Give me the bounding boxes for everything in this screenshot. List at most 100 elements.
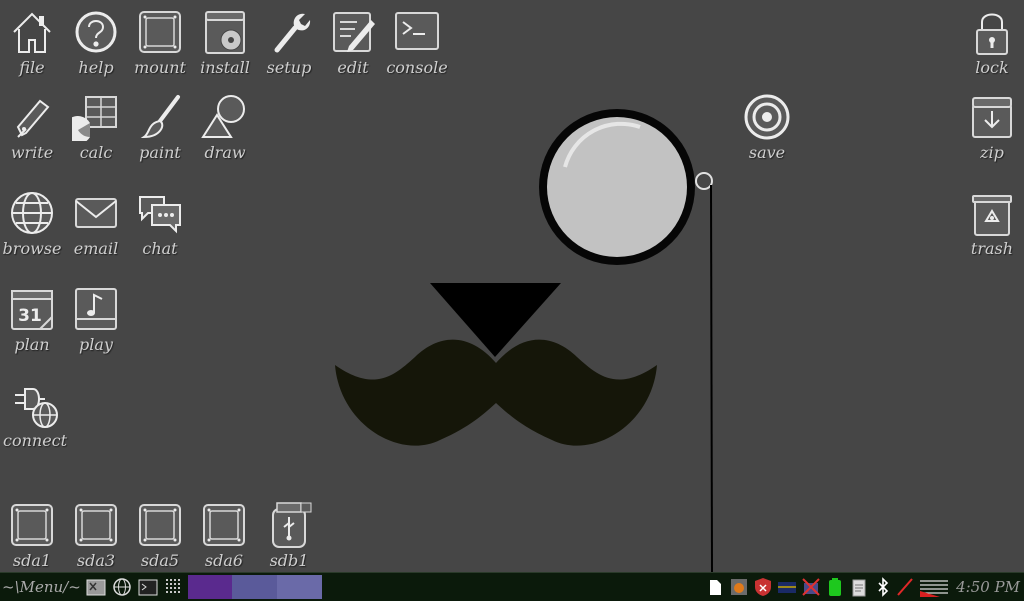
draw-label: draw — [204, 143, 246, 162]
pencil-icon[interactable] — [896, 577, 914, 597]
sdb1-drive-icon[interactable]: sdb1 — [257, 495, 321, 579]
sda3-label: sda3 — [76, 551, 116, 570]
edit-desktop-icon[interactable]: edit — [321, 2, 385, 86]
sda5-drive-icon[interactable]: sda5 — [128, 495, 192, 579]
draw-desktop-icon[interactable]: draw — [193, 87, 257, 171]
paint-label: paint — [139, 143, 181, 162]
setup-label: setup — [266, 58, 312, 77]
target-icon — [744, 94, 790, 140]
save-desktop-icon[interactable]: save — [735, 87, 799, 171]
drive-icon — [203, 504, 245, 546]
write-label: write — [10, 143, 54, 162]
workspace-1[interactable] — [188, 575, 232, 599]
volume-icon[interactable] — [918, 577, 950, 597]
sda1-drive-icon[interactable]: sda1 — [0, 495, 64, 579]
trash-desktop-icon[interactable]: trash — [960, 183, 1024, 267]
browser-launcher-icon[interactable] — [112, 577, 132, 597]
chat-label: chat — [142, 239, 178, 258]
trash-label: trash — [970, 239, 1014, 258]
edit-document-icon — [333, 12, 375, 52]
terminal-icon — [395, 12, 439, 50]
show-desktop-grid-icon[interactable] — [164, 577, 184, 597]
sda1-label: sda1 — [12, 551, 52, 570]
browse-label: browse — [2, 239, 62, 258]
mount-label: mount — [134, 58, 186, 77]
email-desktop-icon[interactable]: email — [64, 183, 128, 267]
padlock-icon — [976, 13, 1008, 55]
sda5-label: sda5 — [140, 551, 180, 570]
help-label: help — [78, 58, 114, 77]
play-label: play — [79, 335, 113, 354]
paintbrush-icon — [140, 95, 180, 139]
chat-desktop-icon[interactable]: chat — [128, 183, 192, 267]
home-icon — [13, 12, 51, 53]
spreadsheet-icon — [72, 96, 117, 141]
zip-desktop-icon[interactable]: zip — [960, 87, 1024, 171]
drive-icon — [139, 11, 181, 53]
play-desktop-icon[interactable]: play — [64, 279, 128, 363]
clipboard-icon[interactable] — [850, 577, 868, 597]
clock[interactable]: 4:50 PM — [956, 576, 1020, 598]
sda6-drive-icon[interactable]: sda6 — [192, 495, 256, 579]
workspace-3[interactable] — [277, 575, 322, 599]
connect-label: connect — [3, 431, 68, 450]
drive-icon — [139, 504, 181, 546]
file-desktop-icon[interactable]: file — [0, 2, 64, 86]
edit-label: edit — [337, 58, 369, 77]
calendar-icon: 31 — [11, 290, 53, 330]
globe-icon — [11, 192, 53, 234]
file-manager-launcher-icon[interactable] — [86, 577, 106, 597]
archive-icon — [972, 97, 1012, 138]
recycle-bin-icon — [972, 195, 1012, 236]
connect-desktop-icon[interactable]: connect — [3, 375, 67, 459]
workspace-2[interactable] — [232, 575, 277, 599]
paint-desktop-icon[interactable]: paint — [128, 87, 192, 171]
battery-icon[interactable] — [826, 577, 844, 597]
email-label: email — [73, 239, 119, 258]
install-desktop-icon[interactable]: install — [193, 2, 257, 86]
music-player-icon — [75, 288, 117, 330]
mount-desktop-icon[interactable]: mount — [128, 2, 192, 86]
fountain-pen-icon — [16, 99, 50, 138]
install-label: install — [200, 58, 250, 77]
document-icon[interactable] — [706, 577, 724, 597]
lock-desktop-icon[interactable]: lock — [960, 2, 1024, 86]
calendar-day: 31 — [18, 306, 42, 326]
help-icon — [75, 11, 117, 53]
file-label: file — [19, 58, 45, 77]
usb-drive-icon — [272, 502, 312, 548]
write-desktop-icon[interactable]: write — [0, 87, 64, 171]
console-desktop-icon[interactable]: console — [385, 2, 449, 86]
sda6-label: sda6 — [204, 551, 244, 570]
firewall-icon[interactable] — [730, 577, 748, 597]
keyboard-flag-icon[interactable] — [778, 577, 796, 597]
package-install-icon — [205, 11, 245, 54]
help-desktop-icon[interactable]: help — [64, 2, 128, 86]
network-plug-icon — [15, 388, 58, 428]
moustache-monocle-wallpaper — [335, 109, 713, 572]
setup-desktop-icon[interactable]: setup — [257, 2, 321, 86]
calc-desktop-icon[interactable]: calc — [64, 87, 128, 171]
taskbar: ~\Menu/~ 4:50 PM — [0, 572, 1024, 601]
workspace-pager — [188, 575, 322, 599]
sdb1-label: sdb1 — [269, 551, 309, 570]
wrench-icon — [274, 13, 311, 53]
plan-desktop-icon[interactable]: 31 plan — [0, 279, 64, 363]
browse-desktop-icon[interactable]: browse — [0, 183, 64, 267]
save-label: save — [748, 143, 786, 162]
network-disconnected-icon[interactable] — [802, 577, 820, 597]
speech-bubbles-icon — [139, 196, 181, 234]
drive-icon — [75, 504, 117, 546]
plan-label: plan — [14, 335, 50, 354]
drive-icon — [11, 504, 53, 546]
desktop: file help mount install setup edit conso… — [0, 0, 1024, 572]
bluetooth-icon[interactable] — [874, 577, 892, 597]
shapes-icon — [201, 95, 245, 138]
terminal-launcher-icon[interactable] — [138, 577, 158, 597]
zip-label: zip — [980, 143, 1004, 162]
menu-button[interactable]: ~\Menu/~ — [2, 576, 81, 598]
calc-label: calc — [79, 143, 113, 162]
shield-icon[interactable] — [754, 577, 772, 597]
console-label: console — [386, 58, 448, 77]
sda3-drive-icon[interactable]: sda3 — [64, 495, 128, 579]
